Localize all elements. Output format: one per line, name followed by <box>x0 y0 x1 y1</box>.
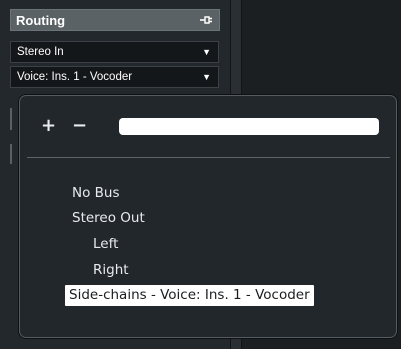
chevron-down-icon: ▼ <box>202 47 211 57</box>
output-routing-value: Voice: Ins. 1 - Vocoder <box>17 71 133 83</box>
remove-bus-button[interactable]: − <box>72 116 87 136</box>
bus-item-no-bus[interactable]: No Bus <box>72 185 120 202</box>
chevron-down-icon: ▼ <box>202 72 211 82</box>
bus-item-side-chains[interactable]: Side-chains - Voice: Ins. 1 - Vocoder <box>65 285 314 306</box>
input-routing-value: Stereo In <box>17 46 64 58</box>
output-routing-popup: + − No Bus Stereo Out Left Right Side-ch… <box>19 95 397 338</box>
search-input[interactable] <box>119 118 379 135</box>
input-routing-dropdown[interactable]: Stereo In ▼ <box>10 41 219 63</box>
bus-item-stereo-out[interactable]: Stereo Out <box>72 210 145 227</box>
bus-item-right[interactable]: Right <box>93 262 129 279</box>
popup-divider <box>27 157 390 158</box>
panel-divider <box>10 108 12 130</box>
routing-section-title: Routing <box>16 12 66 28</box>
output-routing-dropdown[interactable]: Voice: Ins. 1 - Vocoder ▼ <box>10 66 219 88</box>
panel-divider <box>10 144 12 164</box>
bus-item-left[interactable]: Left <box>93 236 118 253</box>
add-bus-button[interactable]: + <box>41 116 56 136</box>
routing-connector-icon[interactable] <box>199 14 213 26</box>
routing-section-header[interactable]: Routing <box>10 9 220 31</box>
